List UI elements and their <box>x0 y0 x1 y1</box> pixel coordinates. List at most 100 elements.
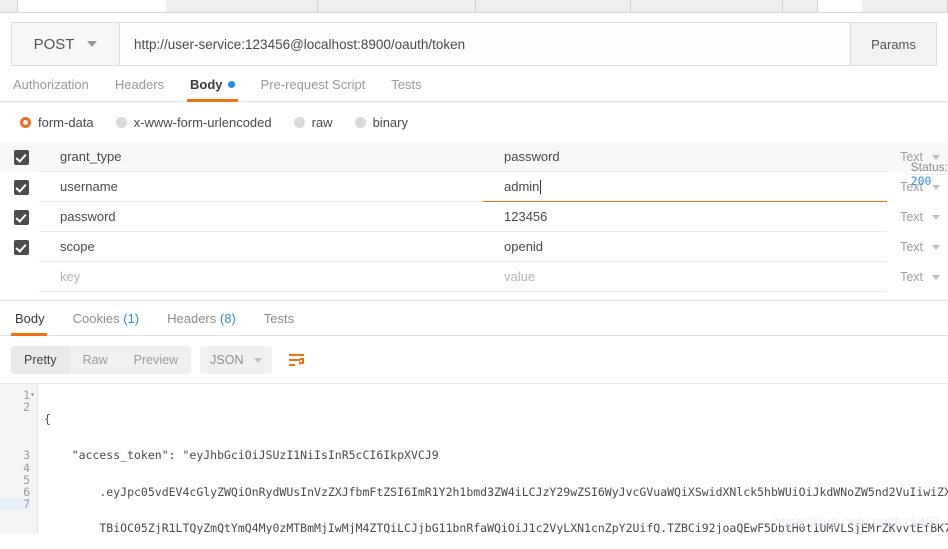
response-tab-cookies[interactable]: Cookies (1) <box>59 311 153 335</box>
word-wrap-button[interactable] <box>281 346 311 374</box>
line-number: 2 <box>23 400 30 415</box>
form-value-text: admin <box>504 179 540 194</box>
request-tabs: Authorization Headers Body Pre-request S… <box>0 66 948 102</box>
form-data-table: grant_type password Text username admin … <box>0 142 948 292</box>
tab-strip-segment[interactable] <box>631 0 783 12</box>
view-mode-pretty[interactable]: Pretty <box>11 346 70 374</box>
body-type-raw[interactable]: raw <box>293 115 333 130</box>
tab-strip-segment[interactable] <box>783 0 818 12</box>
form-value-input[interactable]: password <box>483 142 887 172</box>
form-key-input[interactable]: scope <box>39 232 483 262</box>
headers-count: (8) <box>219 311 236 326</box>
line-number: 3 <box>23 448 30 463</box>
window-tab-strip[interactable] <box>0 0 948 13</box>
form-key-input[interactable]: grant_type <box>39 142 483 172</box>
tab-strip-segment[interactable] <box>318 0 476 12</box>
http-method-dropdown[interactable]: POST <box>12 23 120 65</box>
tab-label: Headers <box>167 311 217 326</box>
http-method-label: POST <box>33 35 75 53</box>
body-type-binary[interactable]: binary <box>354 115 408 130</box>
tab-headers[interactable]: Headers <box>102 77 177 101</box>
tab-body[interactable]: Body <box>177 77 248 102</box>
table-row: password 123456 Text <box>0 202 948 232</box>
url-input[interactable]: http://user-service:123456@localhost:890… <box>120 23 850 65</box>
table-row: grant_type password Text <box>0 142 948 172</box>
line-number: 4 <box>23 460 30 475</box>
tab-label: Tests <box>391 77 422 92</box>
line-number: 7 <box>0 498 30 510</box>
request-bar-container: POST http://user-service:123456@localhos… <box>0 13 948 66</box>
row-checkbox[interactable] <box>14 149 29 165</box>
row-checkbox[interactable] <box>14 209 29 225</box>
cookies-count: (1) <box>123 311 140 326</box>
body-type-radio-group: form-data x-www-form-urlencoded raw bina… <box>0 102 948 142</box>
code-line: .eyJpc05vdEV4cGlyZWQiOnRydWUsInVzZXJfbmF… <box>44 484 948 499</box>
tab-strip-segment[interactable] <box>862 0 948 12</box>
body-type-label: binary <box>372 115 408 130</box>
code-line: { <box>44 412 51 427</box>
response-tab-body[interactable]: Body <box>11 311 59 336</box>
body-type-label: raw <box>311 115 333 130</box>
status-code: 200 <box>910 174 948 325</box>
format-dropdown[interactable]: JSON <box>200 346 273 374</box>
radio-icon <box>293 117 305 128</box>
tab-tests[interactable]: Tests <box>378 77 434 101</box>
radio-icon <box>354 117 366 128</box>
params-button[interactable]: Params <box>850 23 936 65</box>
body-type-form-data[interactable]: form-data <box>20 115 94 130</box>
form-value-input-empty[interactable]: value <box>483 262 887 292</box>
radio-selected-icon <box>20 117 31 128</box>
form-value-input[interactable]: admin <box>483 172 887 202</box>
tab-label: Body <box>190 77 223 92</box>
status-label: Status: <box>910 160 948 174</box>
request-bar: POST http://user-service:123456@localhos… <box>11 22 937 66</box>
response-body-viewer[interactable]: 1 2 3 4 5 6 7 { "access_token": "eyJhbGc… <box>0 383 948 534</box>
json-code-content[interactable]: { "access_token": "eyJhbGciOiJSUzI1NiIsI… <box>38 384 948 534</box>
view-mode-raw[interactable]: Raw <box>70 346 121 374</box>
radio-icon <box>115 117 127 128</box>
body-type-label: x-www-form-urlencoded <box>133 115 272 130</box>
body-type-label: form-data <box>38 115 94 130</box>
response-tabs: Body Cookies (1) Headers (8) Tests Statu… <box>0 160 948 336</box>
code-line: "access_token": "eyJhbGciOiJSUzI1NiIsInR… <box>44 448 439 463</box>
code-line: TBiOC05ZjR1LTQyZmQtYmQ4My0zMTBmMjIwMjM4Z… <box>44 521 948 534</box>
status-badge: Status: 200 <box>910 160 948 325</box>
row-checkbox[interactable] <box>14 179 29 195</box>
tab-label: Pre-request Script <box>260 77 366 92</box>
tab-label: Body <box>15 311 45 326</box>
row-checkbox[interactable] <box>14 270 29 285</box>
tab-strip-segment[interactable] <box>0 0 18 12</box>
tab-strip-segment[interactable] <box>476 0 631 12</box>
format-label: JSON <box>210 353 244 367</box>
table-row-empty: key value Text <box>0 262 948 292</box>
line-number <box>0 425 30 437</box>
tab-strip-segment[interactable] <box>166 0 318 12</box>
tab-strip-segment[interactable] <box>818 0 862 12</box>
row-checkbox[interactable] <box>14 239 29 255</box>
chevron-down-icon <box>87 41 98 47</box>
line-number <box>0 413 30 425</box>
view-mode-segmented-control: Pretty Raw Preview <box>11 346 192 374</box>
body-modified-dot-icon <box>227 81 235 88</box>
line-number: 5 <box>23 472 30 487</box>
tab-pre-request-script[interactable]: Pre-request Script <box>248 77 379 101</box>
form-key-input[interactable]: password <box>39 202 483 232</box>
response-tab-headers[interactable]: Headers (8) <box>153 311 250 335</box>
tab-strip-active-segment[interactable] <box>18 0 166 12</box>
form-key-input-empty[interactable]: key <box>39 262 483 292</box>
form-key-input[interactable]: username <box>39 172 483 202</box>
view-mode-preview[interactable]: Preview <box>121 346 191 374</box>
tab-label: Authorization <box>13 77 89 92</box>
tab-label: Headers <box>114 77 165 92</box>
chevron-down-icon <box>932 154 940 160</box>
form-value-input[interactable]: 123456 <box>483 202 887 232</box>
word-wrap-icon <box>288 353 304 366</box>
text-cursor <box>540 179 542 194</box>
table-row: scope openid Text <box>0 232 948 262</box>
tab-authorization[interactable]: Authorization <box>11 77 102 101</box>
body-type-urlencoded[interactable]: x-www-form-urlencoded <box>115 115 272 130</box>
tab-label: Cookies <box>72 311 120 326</box>
form-value-input[interactable]: openid <box>483 232 887 262</box>
response-tab-tests[interactable]: Tests <box>250 311 308 335</box>
table-row: username admin Text <box>0 172 948 202</box>
